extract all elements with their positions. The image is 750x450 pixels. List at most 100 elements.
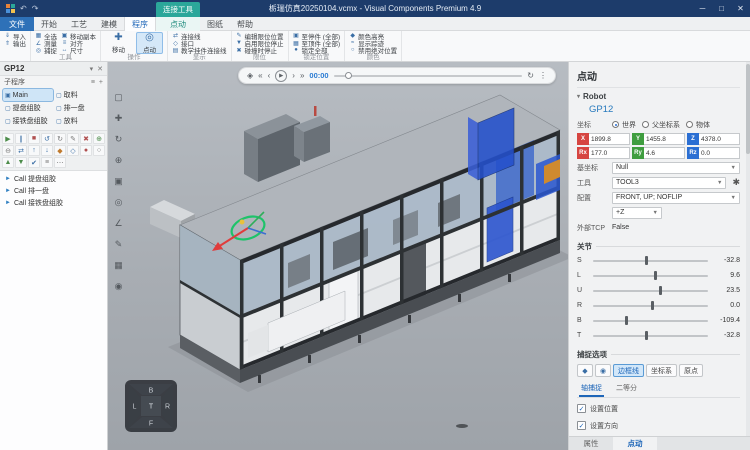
- origin-icon[interactable]: ◉: [111, 279, 126, 293]
- joint-slider-handle[interactable]: [654, 271, 657, 280]
- tool-select[interactable]: TOOL3▼: [612, 177, 726, 189]
- set-position-checkbox[interactable]: [577, 404, 586, 413]
- pause-icon[interactable]: ∥: [15, 133, 27, 144]
- joint-slider-handle[interactable]: [645, 331, 648, 340]
- maximize-button[interactable]: □: [712, 0, 731, 17]
- undo-icon[interactable]: ↶: [20, 4, 27, 13]
- z-input[interactable]: 4378.0: [699, 133, 740, 145]
- measure-icon[interactable]: ∠: [111, 216, 126, 230]
- chevron-down-icon[interactable]: ▾: [577, 93, 580, 100]
- nav-face-front[interactable]: F: [149, 421, 153, 428]
- list-icon[interactable]: ≡: [41, 157, 53, 168]
- snap-edge-button[interactable]: 边框线: [613, 364, 644, 377]
- orbit-icon[interactable]: ↻: [111, 132, 126, 146]
- lower-icon[interactable]: ▼: [15, 157, 27, 168]
- jog-button[interactable]: ◎ 点动: [136, 32, 163, 54]
- joint-slider-handle[interactable]: [651, 301, 654, 310]
- rx-input[interactable]: 177.0: [589, 147, 630, 159]
- radio-object[interactable]: [686, 121, 693, 128]
- joint-slider-handle[interactable]: [645, 256, 648, 265]
- check-icon[interactable]: ✔: [28, 157, 40, 168]
- scrollbar-thumb[interactable]: [746, 64, 750, 154]
- x-input[interactable]: 1899.8: [589, 133, 630, 145]
- path-icon[interactable]: ◇: [67, 145, 79, 156]
- joint-slider-s[interactable]: [593, 260, 708, 262]
- select-icon[interactable]: ▢: [111, 90, 126, 104]
- nav-face-right[interactable]: R: [165, 404, 170, 411]
- fit-icon[interactable]: ▣: [111, 174, 126, 188]
- edit-icon[interactable]: ✎: [67, 133, 79, 144]
- run-icon[interactable]: ▶: [2, 133, 14, 144]
- redo-icon[interactable]: ↻: [54, 133, 66, 144]
- add-icon[interactable]: ⊕: [93, 133, 105, 144]
- external-tcp-value[interactable]: False: [612, 224, 629, 231]
- joint-slider-handle[interactable]: [659, 286, 662, 295]
- subroutine-fangliao[interactable]: ▢放料: [54, 115, 104, 127]
- tab-modeling[interactable]: 建模: [94, 17, 124, 31]
- approach-axis-select[interactable]: +Z▼: [612, 207, 662, 219]
- close-button[interactable]: ✕: [731, 0, 750, 17]
- nav-face-back[interactable]: B: [149, 388, 154, 395]
- y-input[interactable]: 1455.8: [644, 133, 685, 145]
- minimize-button[interactable]: ─: [693, 0, 712, 17]
- configuration-select[interactable]: FRONT, UP; NOFLIP▼: [612, 192, 740, 204]
- fill-view-icon[interactable]: ◎: [111, 195, 126, 209]
- move-button[interactable]: ✚ 移动: [105, 32, 132, 54]
- step-back-icon[interactable]: ‹: [268, 72, 271, 80]
- bisect-tab[interactable]: 二等分: [614, 382, 639, 397]
- reset-icon[interactable]: ↺: [41, 133, 53, 144]
- tab-process[interactable]: 工艺: [64, 17, 94, 31]
- tab-drawing[interactable]: 图纸: [200, 17, 230, 31]
- up-icon[interactable]: ↑: [28, 145, 40, 156]
- subroutine-paiyipan[interactable]: ▢排一盘: [54, 102, 104, 114]
- record-icon[interactable]: ●: [80, 145, 92, 156]
- export-button[interactable]: ⇑输出: [4, 39, 26, 46]
- nav-face-top[interactable]: T: [149, 404, 154, 411]
- grid-icon[interactable]: ▦: [111, 258, 126, 272]
- subroutine-jietiepan[interactable]: ▢接铁盘组胶: [3, 115, 53, 127]
- down-icon[interactable]: ↓: [41, 145, 53, 156]
- skip-end-icon[interactable]: »: [300, 72, 304, 80]
- time-slider-knob[interactable]: [345, 72, 352, 79]
- raise-icon[interactable]: ▲: [2, 157, 14, 168]
- skip-start-icon[interactable]: «: [258, 72, 262, 80]
- add-subroutine-icon[interactable]: +: [99, 79, 103, 86]
- robot-name-link[interactable]: GP12: [589, 103, 740, 116]
- snap-origin-button[interactable]: 原点: [679, 364, 703, 377]
- tab-jog-panel[interactable]: 点动: [613, 437, 657, 450]
- stop-icon[interactable]: ■: [28, 133, 40, 144]
- gear-icon[interactable]: ✱: [732, 177, 740, 188]
- loop-icon[interactable]: ↻: [527, 72, 534, 80]
- radio-parent[interactable]: [642, 121, 649, 128]
- tab-properties[interactable]: 属性: [569, 437, 613, 450]
- tab-file[interactable]: 文件: [0, 17, 34, 31]
- time-slider[interactable]: [334, 75, 523, 77]
- nav-face-left[interactable]: L: [133, 404, 137, 411]
- joint-slider-handle[interactable]: [625, 316, 628, 325]
- statement-call-2[interactable]: ►Call 排一盘: [0, 185, 107, 197]
- remove-icon[interactable]: ⊖: [2, 145, 14, 156]
- annotate-icon[interactable]: ✎: [111, 237, 126, 251]
- tab-program[interactable]: 程序: [124, 17, 156, 31]
- point-icon[interactable]: ◆: [54, 145, 66, 156]
- joint-slider-l[interactable]: [593, 275, 708, 277]
- redo-icon[interactable]: ↷: [32, 4, 39, 13]
- simulation-settings-icon[interactable]: ◈: [247, 72, 253, 80]
- joint-slider-r[interactable]: [593, 305, 708, 307]
- subroutine-list-icon[interactable]: ≡: [91, 79, 95, 86]
- axis-snap-tab[interactable]: 轴捕捉: [579, 382, 604, 397]
- tab-jog-contextual[interactable]: 点动: [156, 17, 200, 31]
- tab-help[interactable]: 帮助: [230, 17, 260, 31]
- ry-input[interactable]: 4.6: [644, 147, 685, 159]
- step-forward-icon[interactable]: ›: [292, 72, 295, 80]
- subroutine-tipan[interactable]: ▢提盘组胶: [3, 102, 53, 114]
- snap-face-icon[interactable]: ◉: [595, 364, 611, 377]
- scrollbar[interactable]: [746, 62, 750, 436]
- panel-close-icon[interactable]: ✕: [97, 65, 103, 73]
- subroutine-qule[interactable]: ▢取料: [54, 89, 104, 101]
- viewport-3d[interactable]: ◈ « ‹ ▶ › » 00:00 ↻ ⋮ ▢✚↻⊕▣◎∠✎▦◉ B L R F…: [108, 62, 568, 450]
- play-button[interactable]: ▶: [275, 70, 287, 82]
- more-options-icon[interactable]: ⋮: [539, 72, 547, 80]
- radio-world[interactable]: [612, 121, 619, 128]
- navigation-cube[interactable]: B L R F T: [124, 379, 178, 438]
